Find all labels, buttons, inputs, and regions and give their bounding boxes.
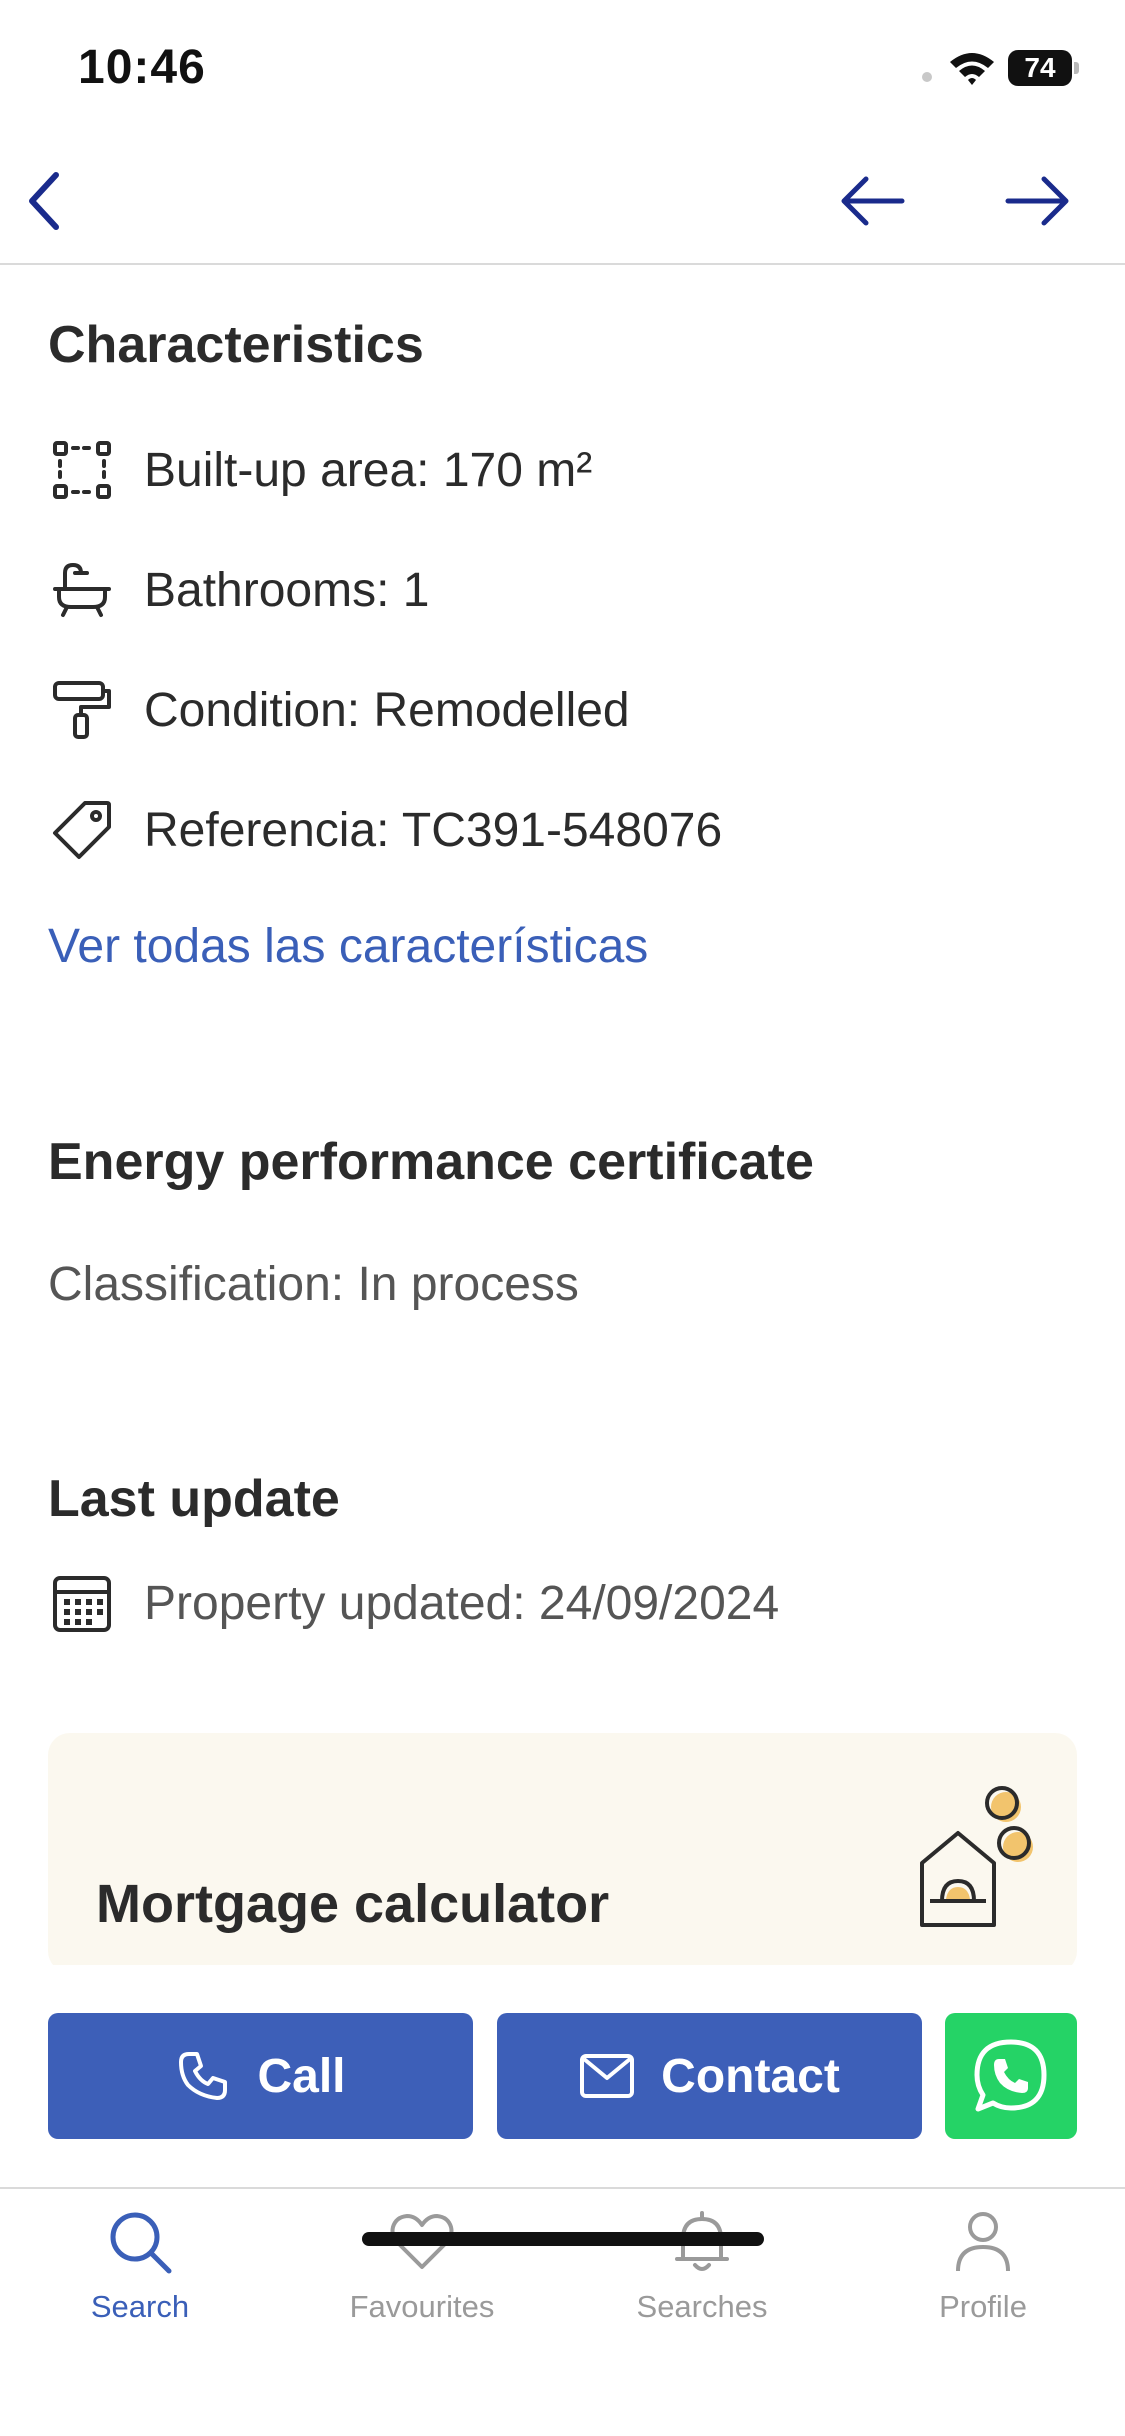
last-update-row: Property updated: 24/09/2024	[48, 1563, 1078, 1643]
tab-searches[interactable]: Searches	[592, 2209, 812, 2349]
tab-label: Search	[90, 2289, 190, 2324]
tag-icon	[48, 796, 116, 864]
contact-button[interactable]: Contact	[497, 2013, 922, 2139]
characteristics-title: Characteristics	[48, 316, 424, 374]
arrow-left-icon	[841, 176, 905, 226]
feature-text: Bathrooms: 1	[144, 563, 430, 617]
chevron-left-icon	[29, 172, 59, 230]
call-button[interactable]: Call	[48, 2013, 473, 2139]
whatsapp-icon	[974, 2039, 1047, 2112]
mortgage-calculator-card[interactable]: Mortgage calculator	[48, 1733, 1077, 1965]
paint-roller-icon	[48, 676, 116, 744]
property-details: Characteristics Built-up area: 170 m² Ba…	[0, 267, 1125, 1965]
feature-bathrooms: Bathrooms: 1	[48, 550, 1078, 630]
status-bar: 10:46 74	[0, 0, 1125, 135]
battery-level: 74	[1008, 50, 1072, 86]
area-icon	[48, 436, 116, 504]
tab-favourites[interactable]: Favourites	[312, 2209, 532, 2349]
calendar-icon	[48, 1569, 116, 1637]
bathtub-icon	[48, 556, 116, 624]
last-update-text: Property updated: 24/09/2024	[144, 1576, 780, 1630]
status-dot	[922, 72, 932, 82]
house-coins-icon	[920, 1786, 1033, 1927]
feature-condition: Condition: Remodelled	[48, 670, 1078, 750]
battery-cap	[1074, 62, 1079, 74]
search-icon	[110, 2212, 172, 2274]
mortgage-title: Mortgage calculator	[96, 1874, 610, 1934]
feature-text: Condition: Remodelled	[144, 683, 630, 737]
status-time: 10:46	[78, 41, 206, 94]
feature-text: Built-up area: 170 m²	[144, 443, 593, 497]
phone-icon	[179, 2052, 228, 2100]
person-icon	[956, 2212, 1010, 2272]
last-update-title: Last update	[48, 1470, 340, 1528]
feature-reference: Referencia: TC391-548076	[48, 790, 1078, 870]
nav-bar	[0, 135, 1125, 265]
see-all-characteristics-link[interactable]: Ver todas las características	[48, 919, 648, 974]
home-indicator[interactable]	[362, 2232, 764, 2246]
energy-certificate-title: Energy performance certificate	[48, 1133, 814, 1191]
feature-built-up-area: Built-up area: 170 m²	[48, 430, 1078, 510]
tab-search[interactable]: Search	[30, 2209, 250, 2349]
previous-property-button[interactable]	[836, 165, 908, 237]
envelope-icon	[580, 2054, 635, 2098]
arrow-right-icon	[1005, 176, 1069, 226]
feature-text: Referencia: TC391-548076	[144, 803, 723, 857]
wifi-icon	[950, 53, 994, 85]
tab-profile[interactable]: Profile	[873, 2209, 1093, 2349]
battery-indicator: 74	[1008, 50, 1080, 86]
back-button[interactable]	[8, 165, 80, 237]
next-property-button[interactable]	[1002, 165, 1074, 237]
tab-label: Profile	[939, 2289, 1027, 2324]
energy-classification: Classification: In process	[48, 1258, 579, 1311]
tab-label: Favourites	[349, 2289, 495, 2324]
whatsapp-button[interactable]	[945, 2013, 1077, 2139]
tab-label: Searches	[636, 2289, 768, 2324]
contact-label: Contact	[661, 2049, 840, 2103]
call-label: Call	[257, 2049, 346, 2103]
contact-action-bar: Call Contact	[0, 1965, 1125, 2187]
